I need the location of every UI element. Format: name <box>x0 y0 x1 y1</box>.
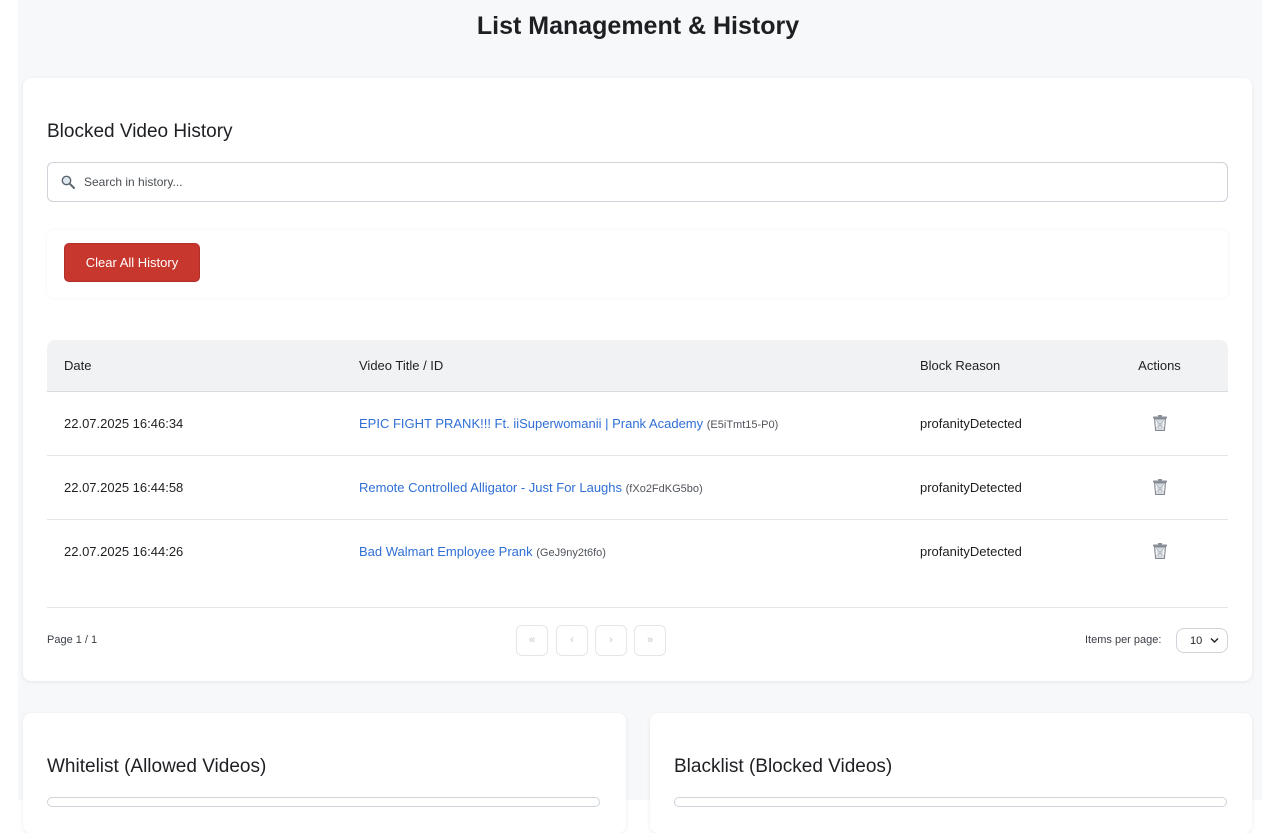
page-container: List Management & History Blocked Video … <box>18 0 1262 833</box>
history-card: Blocked Video History Clear All History … <box>23 78 1252 681</box>
column-header-actions: Actions <box>1138 358 1181 373</box>
history-table: Date Video Title / ID Block Reason Actio… <box>47 340 1228 584</box>
row-date: 22.07.2025 16:44:26 <box>64 544 184 559</box>
video-title-link[interactable]: Bad Walmart Employee Prank <box>359 544 533 559</box>
row-title-cell: Remote Controlled Alligator - Just For L… <box>359 480 703 495</box>
row-block-reason: profanityDetected <box>920 480 1022 495</box>
video-id: (E5iTmt15-P0) <box>706 419 779 431</box>
items-per-page-label: Items per page: <box>1085 634 1162 646</box>
whitelist-input-box[interactable] <box>47 797 600 807</box>
page-title: List Management & History <box>476 12 800 40</box>
page-info: Page 1 / 1 <box>47 634 98 646</box>
clear-all-history-button[interactable]: Clear All History <box>64 243 200 282</box>
previous-page-button[interactable]: ‹ <box>556 625 588 656</box>
blacklist-input-box[interactable] <box>674 797 1227 807</box>
trash-icon[interactable] <box>1151 478 1169 496</box>
history-search-input[interactable] <box>84 163 1214 201</box>
row-date: 22.07.2025 16:46:34 <box>64 416 184 431</box>
history-search-box <box>47 162 1228 202</box>
blacklist-title: Blacklist (Blocked Videos) <box>674 756 893 777</box>
chevron-down-icon <box>1210 638 1219 643</box>
items-per-page-value: 10 <box>1190 635 1203 647</box>
last-page-button[interactable]: » <box>634 625 666 656</box>
video-id: (fXo2FdKG5bo) <box>625 483 703 495</box>
table-row: 22.07.2025 16:44:26 Bad Walmart Employee… <box>47 520 1228 584</box>
trash-icon[interactable] <box>1151 542 1169 560</box>
blacklist-card: Blacklist (Blocked Videos) <box>650 713 1252 833</box>
column-header-title: Video Title / ID <box>359 358 444 373</box>
row-block-reason: profanityDetected <box>920 416 1022 431</box>
row-date: 22.07.2025 16:44:58 <box>64 480 184 495</box>
history-controls-panel: Clear All History <box>47 230 1228 298</box>
table-row: 22.07.2025 16:44:58 Remote Controlled Al… <box>47 456 1228 520</box>
next-page-button[interactable]: › <box>595 625 627 656</box>
search-icon <box>61 175 75 189</box>
column-header-date: Date <box>64 358 92 373</box>
trash-icon[interactable] <box>1151 414 1169 432</box>
items-per-page-select[interactable]: 10 <box>1176 628 1228 653</box>
column-header-reason: Block Reason <box>920 358 1001 373</box>
table-row: 22.07.2025 16:46:34 EPIC FIGHT PRANK!!! … <box>47 392 1228 456</box>
pagination-divider <box>47 607 1228 608</box>
video-id: (GeJ9ny2t6fo) <box>536 547 606 559</box>
video-title-link[interactable]: Remote Controlled Alligator - Just For L… <box>359 480 622 495</box>
history-title: Blocked Video History <box>47 121 233 142</box>
whitelist-title: Whitelist (Allowed Videos) <box>47 756 267 777</box>
row-block-reason: profanityDetected <box>920 544 1022 559</box>
first-page-button[interactable]: « <box>516 625 548 656</box>
whitelist-card: Whitelist (Allowed Videos) <box>23 713 626 833</box>
row-title-cell: EPIC FIGHT PRANK!!! Ft. iiSuperwomanii |… <box>359 416 778 431</box>
video-title-link[interactable]: EPIC FIGHT PRANK!!! Ft. iiSuperwomanii |… <box>359 416 703 431</box>
row-title-cell: Bad Walmart Employee Prank (GeJ9ny2t6fo) <box>359 544 606 559</box>
history-table-header: Date Video Title / ID Block Reason Actio… <box>47 340 1228 392</box>
